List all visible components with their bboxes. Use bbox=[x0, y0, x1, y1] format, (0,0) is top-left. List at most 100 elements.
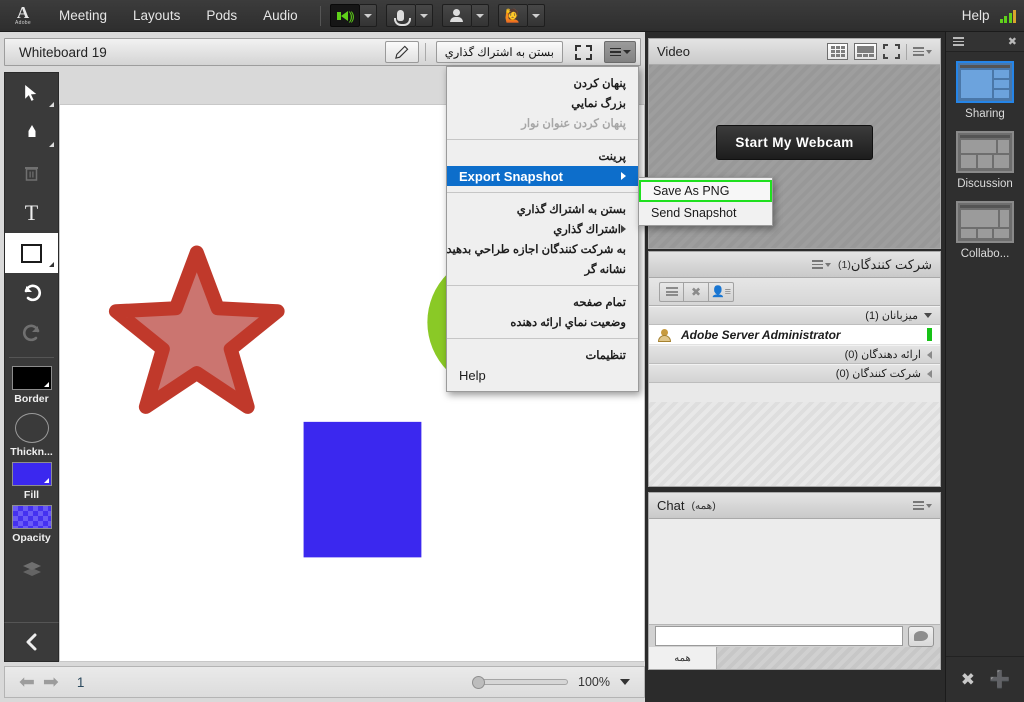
menu-help[interactable]: Help bbox=[952, 8, 1000, 23]
fill-color-swatch[interactable] bbox=[11, 462, 52, 486]
pod-options-icon[interactable] bbox=[811, 258, 831, 271]
raise-hand-icon[interactable]: 🙋 bbox=[497, 4, 528, 27]
whiteboard-title-bar: Whiteboard 19 بستن به اشتراك گذاري bbox=[4, 38, 641, 66]
next-page-icon[interactable]: ➡ bbox=[43, 671, 59, 694]
grid-view-icon[interactable] bbox=[827, 43, 848, 60]
pod-options-icon[interactable] bbox=[913, 499, 932, 512]
menu-item-maximize[interactable]: بزرگ نمايي bbox=[447, 93, 638, 113]
add-layout-icon[interactable]: ➕ bbox=[989, 670, 1010, 690]
chat-send-icon[interactable] bbox=[908, 625, 934, 647]
raise-hand-control-group: 🙋 bbox=[497, 4, 545, 27]
menu-item-share[interactable]: اشتراك گذاري bbox=[447, 219, 638, 239]
layout-options-icon[interactable] bbox=[953, 35, 964, 48]
menu-separator bbox=[447, 338, 638, 339]
collapse-panel-icon[interactable] bbox=[4, 622, 59, 662]
filmstrip-view-icon[interactable] bbox=[854, 43, 877, 60]
tool-divider bbox=[9, 357, 54, 358]
speaker-icon[interactable]: )) bbox=[329, 4, 360, 27]
chevron-right-icon bbox=[927, 350, 932, 359]
title-divider bbox=[424, 43, 426, 61]
pod-options-icon[interactable] bbox=[604, 41, 636, 63]
participants-toolbar: ✖ 👤≡ bbox=[649, 278, 940, 306]
chevron-down-icon[interactable] bbox=[620, 679, 630, 685]
menu-item-hide[interactable]: پنهان كردن bbox=[447, 73, 638, 93]
menu-item-pointer[interactable]: نشانه گر bbox=[447, 259, 638, 279]
previous-page-icon[interactable]: ⬅ bbox=[19, 671, 35, 694]
list-view-icon[interactable] bbox=[659, 281, 684, 302]
chat-tab-everyone[interactable]: همه bbox=[649, 647, 717, 669]
stop-sharing-button[interactable]: بستن به اشتراك گذاري bbox=[435, 41, 563, 63]
whiteboard-footer: ⬅ ➡ 1 100% bbox=[4, 666, 645, 698]
grid-view-icon[interactable]: ✖ bbox=[684, 281, 709, 302]
thickness-group[interactable]: Thickn... bbox=[10, 409, 53, 458]
zoom-slider-handle[interactable] bbox=[472, 676, 486, 689]
status-view-icon[interactable]: 👤≡ bbox=[709, 281, 734, 302]
raise-hand-dropdown-arrow[interactable] bbox=[527, 4, 545, 27]
text-tool[interactable]: T bbox=[5, 193, 58, 233]
participants-group-hosts[interactable]: ميزبانان (1) bbox=[649, 306, 940, 325]
microphone-dropdown-arrow[interactable] bbox=[415, 4, 433, 27]
menu-item-allow-participants-draw[interactable]: به شركت كنندگان اجازه طراحي بدهيد bbox=[446, 239, 638, 259]
chevron-down-icon bbox=[924, 313, 932, 318]
menu-item-hide-title-bar: پنهان كردن عنوان نوار bbox=[521, 118, 626, 130]
menu-item-full-screen[interactable]: تمام صفحه bbox=[447, 292, 638, 312]
menu-pods[interactable]: Pods bbox=[193, 4, 250, 27]
pod-options-icon[interactable] bbox=[913, 45, 932, 58]
participants-pod-header: شركت كنندگان (1) bbox=[649, 252, 940, 278]
layout-item-collaboration[interactable]: Collabo... bbox=[946, 192, 1024, 262]
menu-layouts[interactable]: Layouts bbox=[120, 4, 193, 27]
webcam-dropdown-arrow[interactable] bbox=[471, 4, 489, 27]
layout-item-discussion[interactable]: Discussion bbox=[946, 122, 1024, 192]
participants-group-presenters[interactable]: ارائه دهندگان (0) bbox=[649, 345, 940, 364]
speaker-dropdown-arrow[interactable] bbox=[359, 4, 377, 27]
menu-item-help[interactable]: Help bbox=[447, 365, 638, 385]
menu-item-print[interactable]: پرينت bbox=[447, 146, 638, 166]
border-swatch-group[interactable]: Border bbox=[11, 366, 52, 405]
menu-item-export-snapshot-label: Export Snapshot bbox=[459, 168, 564, 184]
fill-swatch-group[interactable]: Fill bbox=[11, 462, 52, 501]
shape-tool[interactable] bbox=[5, 233, 58, 273]
thickness-icon[interactable] bbox=[14, 413, 49, 443]
border-color-swatch[interactable] bbox=[11, 366, 52, 390]
layout-item-sharing[interactable]: Sharing bbox=[946, 52, 1024, 122]
zoom-slider[interactable] bbox=[472, 676, 569, 689]
menu-meeting[interactable]: Meeting bbox=[46, 4, 120, 27]
menu-item-export-snapshot[interactable]: Export Snapshot bbox=[447, 166, 638, 186]
close-icon[interactable]: ✖ bbox=[1008, 35, 1017, 48]
menu-audio[interactable]: Audio bbox=[250, 4, 311, 27]
chevron-right-icon bbox=[621, 172, 626, 180]
layout-label-collaboration: Collabo... bbox=[960, 248, 1010, 260]
chat-input[interactable] bbox=[655, 626, 903, 646]
list-item[interactable]: Adobe Server Administrator bbox=[649, 325, 940, 345]
chat-message-area bbox=[649, 519, 940, 625]
layers-icon[interactable] bbox=[5, 550, 58, 590]
chat-tab-bar: همه bbox=[649, 647, 940, 669]
opacity-swatch[interactable] bbox=[11, 505, 52, 529]
collaboration-layout-thumbnail bbox=[956, 201, 1014, 243]
draw-icon[interactable] bbox=[384, 41, 419, 63]
menu-item-preferences[interactable]: تنظيمات bbox=[447, 345, 638, 365]
undo-tool[interactable] bbox=[5, 273, 58, 313]
tools-icon[interactable]: ✖ bbox=[961, 670, 975, 690]
delete-tool[interactable] bbox=[5, 153, 58, 193]
selection-tool[interactable] bbox=[5, 73, 58, 113]
opacity-swatch-group[interactable]: Opacity bbox=[11, 505, 52, 544]
webcam-icon[interactable] bbox=[441, 4, 472, 27]
participants-group-participants[interactable]: شركت كنندگان (0) bbox=[649, 364, 940, 383]
redo-tool[interactable] bbox=[5, 313, 58, 353]
opacity-label: Opacity bbox=[12, 532, 51, 544]
start-my-webcam-button[interactable]: Start My Webcam bbox=[716, 125, 873, 160]
whiteboard-options-menu: پنهان كردن بزرگ نمايي پنهان كردن عنوان ن… bbox=[446, 66, 639, 392]
menu-item-presenter-view[interactable]: وضعيت نماي ارائه دهنده bbox=[447, 312, 638, 332]
submenu-item-save-as-png[interactable]: Save As PNG bbox=[639, 180, 772, 202]
microphone-icon[interactable] bbox=[385, 4, 416, 27]
submenu-item-send-snapshot[interactable]: Send Snapshot bbox=[639, 202, 772, 223]
menu-item-stop-sharing[interactable]: بستن به اشتراك گذاري bbox=[447, 199, 638, 219]
host-avatar-icon bbox=[657, 328, 672, 342]
export-snapshot-submenu: Save As PNG Send Snapshot bbox=[638, 177, 773, 226]
fullscreen-icon[interactable] bbox=[883, 44, 900, 59]
fullscreen-icon[interactable] bbox=[567, 41, 600, 63]
page-title: Whiteboard 19 bbox=[19, 44, 107, 60]
layout-sidebar-footer: ✖ ➕ bbox=[946, 656, 1024, 702]
pen-tool[interactable] bbox=[5, 113, 58, 153]
